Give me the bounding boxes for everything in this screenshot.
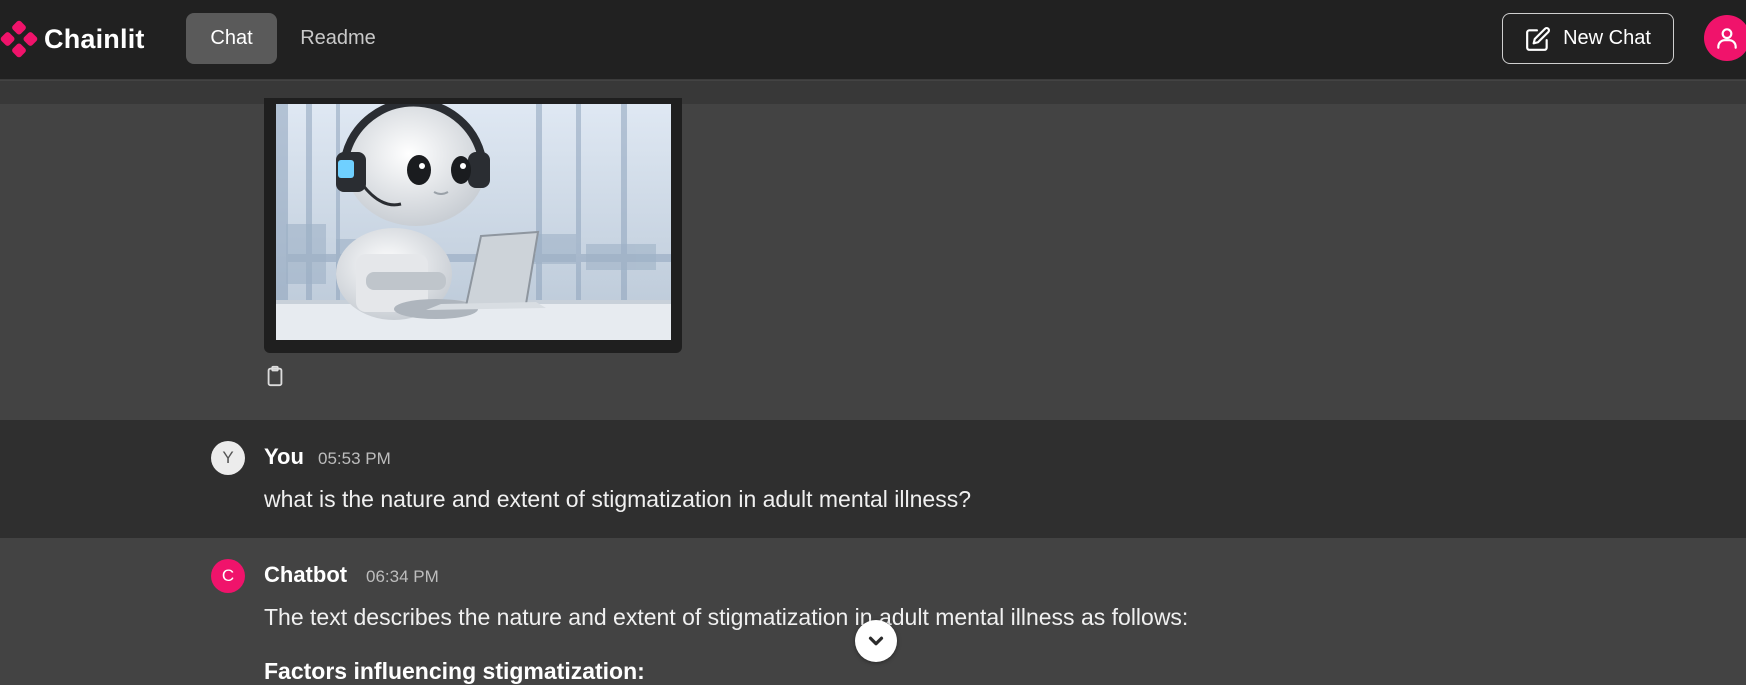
header-divider-strip xyxy=(0,81,1746,104)
message-user: Y You 05:53 PM what is the nature and ex… xyxy=(0,420,1746,538)
chainlit-logo[interactable]: Chainlit xyxy=(0,17,145,61)
edit-icon xyxy=(1526,26,1551,51)
avatar: C xyxy=(211,559,245,593)
top-bar: Chainlit Chat Readme New Chat xyxy=(0,0,1746,80)
scroll-to-bottom-button[interactable] xyxy=(855,620,897,662)
message-author: Chatbot xyxy=(264,562,348,587)
new-chat-label: New Chat xyxy=(1563,27,1651,49)
message-text: The text describes the nature and extent… xyxy=(264,604,1189,630)
message-text: what is the nature and extent of stigmat… xyxy=(264,486,972,512)
new-chat-button[interactable]: New Chat xyxy=(1502,13,1674,64)
message-author: You xyxy=(264,444,304,469)
image-attachment[interactable] xyxy=(264,98,682,353)
tab-chat[interactable]: Chat xyxy=(186,13,277,64)
avatar: Y xyxy=(211,441,245,475)
user-menu-button[interactable] xyxy=(1704,15,1746,61)
clipboard-icon[interactable] xyxy=(264,364,286,388)
message-timestamp: 06:34 PM xyxy=(366,567,439,586)
message-timestamp: 05:53 PM xyxy=(318,449,391,468)
chevron-down-icon xyxy=(868,636,884,646)
tab-readme[interactable]: Readme xyxy=(290,13,386,64)
message-heading: Factors influencing stigmatization: xyxy=(264,658,645,684)
chainlit-logo-icon xyxy=(0,20,38,58)
robot-image[interactable] xyxy=(276,104,671,340)
user-icon xyxy=(1717,28,1737,49)
app-name: Chainlit xyxy=(44,23,145,54)
